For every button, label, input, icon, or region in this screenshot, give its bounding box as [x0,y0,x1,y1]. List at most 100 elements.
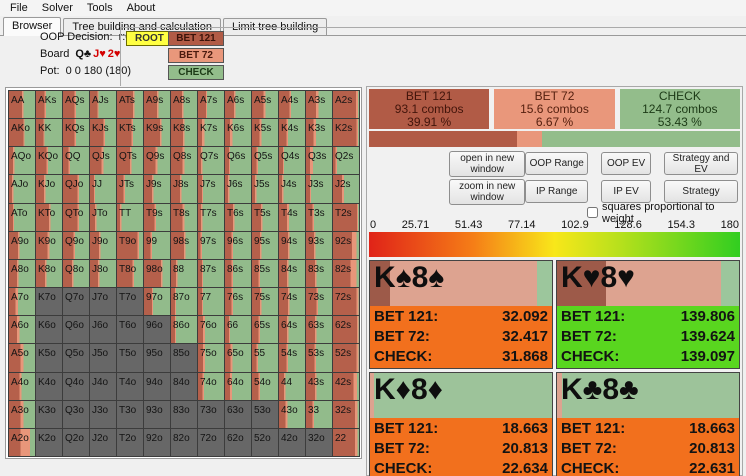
grid-cell-32o[interactable]: 32o [306,429,333,457]
grid-cell-72o[interactable]: 72o [198,429,225,457]
grid-cell-J4o[interactable]: J4o [90,373,117,401]
grid-cell-T8s[interactable]: T8s [171,204,198,232]
grid-cell-63o[interactable]: 63o [225,401,252,429]
grid-cell-A4s[interactable]: A4s [279,91,306,119]
grid-cell-Q7s[interactable]: Q7s [198,147,225,175]
grid-cell-QJs[interactable]: QJs [90,147,117,175]
grid-cell-KQs[interactable]: KQs [63,119,90,147]
grid-cell-K5s[interactable]: K5s [252,119,279,147]
grid-cell-T5s[interactable]: T5s [252,204,279,232]
grid-cell-J6s[interactable]: J6s [225,175,252,203]
grid-cell-Q6o[interactable]: Q6o [63,316,90,344]
grid-cell-JTs[interactable]: JTs [117,175,144,203]
grid-cell-T8o[interactable]: T8o [117,260,144,288]
grid-cell-Q8o[interactable]: Q8o [63,260,90,288]
grid-cell-J7s[interactable]: J7s [198,175,225,203]
grid-cell-T5o[interactable]: T5o [117,344,144,372]
grid-cell-A2s[interactable]: A2s [333,91,360,119]
menu-solver[interactable]: Solver [36,1,81,15]
grid-cell-Q2s[interactable]: Q2s [333,147,360,175]
grid-cell-AKo[interactable]: AKo [9,119,36,147]
grid-cell-95s[interactable]: 95s [252,232,279,260]
grid-cell-96s[interactable]: 96s [225,232,252,260]
grid-cell-96o[interactable]: 96o [144,316,171,344]
grid-cell-K8o[interactable]: K8o [36,260,63,288]
grid-cell-K9s[interactable]: K9s [144,119,171,147]
grid-cell-K3s[interactable]: K3s [306,119,333,147]
grid-cell-K4s[interactable]: K4s [279,119,306,147]
grid-cell-T3s[interactable]: T3s [306,204,333,232]
grid-cell-85o[interactable]: 85o [171,344,198,372]
grid-cell-J2s[interactable]: J2s [333,175,360,203]
tree-node-root[interactable]: ROOT [126,31,173,46]
grid-cell-QTo[interactable]: QTo [63,204,90,232]
grid-cell-K7s[interactable]: K7s [198,119,225,147]
ip-range-button[interactable]: IP Range [525,180,588,203]
grid-cell-A9s[interactable]: A9s [144,91,171,119]
grid-cell-ATs[interactable]: ATs [117,91,144,119]
grid-cell-A6s[interactable]: A6s [225,91,252,119]
grid-cell-82o[interactable]: 82o [171,429,198,457]
oop-ev-button[interactable]: OOP EV [601,152,651,175]
grid-cell-93s[interactable]: 93s [306,232,333,260]
grid-cell-KQo[interactable]: KQo [36,147,63,175]
grid-cell-97o[interactable]: 97o [144,288,171,316]
grid-cell-65s[interactable]: 65s [252,316,279,344]
grid-cell-75s[interactable]: 75s [252,288,279,316]
grid-cell-K9o[interactable]: K9o [36,232,63,260]
grid-cell-43s[interactable]: 43s [306,373,333,401]
grid-cell-A5o[interactable]: A5o [9,344,36,372]
grid-cell-A2o[interactable]: A2o [9,429,36,457]
menu-about[interactable]: About [121,1,164,15]
grid-cell-32s[interactable]: 32s [333,401,360,429]
grid-cell-83s[interactable]: 83s [306,260,333,288]
grid-cell-55[interactable]: 55 [252,344,279,372]
grid-cell-86s[interactable]: 86s [225,260,252,288]
grid-cell-KJs[interactable]: KJs [90,119,117,147]
grid-cell-T9s[interactable]: T9s [144,204,171,232]
zoom-in-new-window-button[interactable]: zoom in new window [449,179,525,205]
grid-cell-74s[interactable]: 74s [279,288,306,316]
grid-cell-J7o[interactable]: J7o [90,288,117,316]
grid-cell-Q2o[interactable]: Q2o [63,429,90,457]
grid-cell-T9o[interactable]: T9o [117,232,144,260]
grid-cell-Q5s[interactable]: Q5s [252,147,279,175]
grid-cell-52o[interactable]: 52o [252,429,279,457]
grid-cell-43o[interactable]: 43o [279,401,306,429]
grid-cell-66[interactable]: 66 [225,316,252,344]
grid-cell-T4o[interactable]: T4o [117,373,144,401]
grid-cell-84o[interactable]: 84o [171,373,198,401]
grid-cell-T6o[interactable]: T6o [117,316,144,344]
grid-cell-K6s[interactable]: K6s [225,119,252,147]
grid-cell-44[interactable]: 44 [279,373,306,401]
grid-cell-92o[interactable]: 92o [144,429,171,457]
grid-cell-Q9o[interactable]: Q9o [63,232,90,260]
grid-cell-KJo[interactable]: KJo [36,175,63,203]
grid-cell-J3s[interactable]: J3s [306,175,333,203]
grid-cell-76s[interactable]: 76s [225,288,252,316]
menu-tools[interactable]: Tools [81,1,121,15]
grid-cell-J6o[interactable]: J6o [90,316,117,344]
grid-cell-74o[interactable]: 74o [198,373,225,401]
grid-cell-K5o[interactable]: K5o [36,344,63,372]
grid-cell-AQo[interactable]: AQo [9,147,36,175]
grid-cell-64o[interactable]: 64o [225,373,252,401]
grid-cell-KTs[interactable]: KTs [117,119,144,147]
open-in-new-window-button[interactable]: open in new window [449,151,525,177]
squares-proportional-checkbox[interactable] [587,207,598,218]
grid-cell-72s[interactable]: 72s [333,288,360,316]
grid-cell-A7s[interactable]: A7s [198,91,225,119]
grid-cell-87o[interactable]: 87o [171,288,198,316]
grid-cell-53s[interactable]: 53s [306,344,333,372]
grid-cell-K8s[interactable]: K8s [171,119,198,147]
grid-cell-J3o[interactable]: J3o [90,401,117,429]
grid-cell-42o[interactable]: 42o [279,429,306,457]
grid-cell-88[interactable]: 88 [171,260,198,288]
grid-cell-QQ[interactable]: QQ [63,147,90,175]
grid-cell-84s[interactable]: 84s [279,260,306,288]
grid-cell-T3o[interactable]: T3o [117,401,144,429]
strategy-and-ev-button[interactable]: Strategy and EV [664,152,738,175]
grid-cell-A6o[interactable]: A6o [9,316,36,344]
grid-cell-A3o[interactable]: A3o [9,401,36,429]
grid-cell-K2s[interactable]: K2s [333,119,360,147]
